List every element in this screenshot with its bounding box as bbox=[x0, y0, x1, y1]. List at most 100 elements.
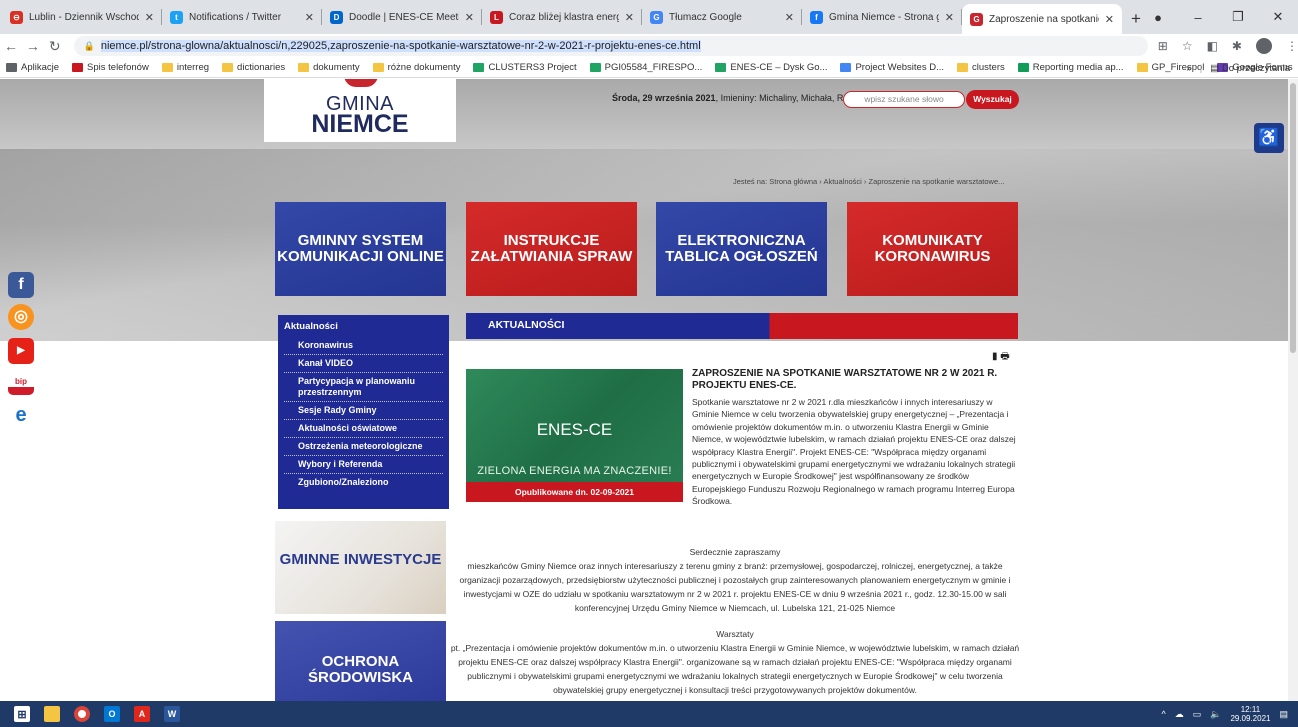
browser-tab[interactable]: L Coraz bliżej klastra energii w Gm ✕ bbox=[482, 0, 642, 34]
menu-item-oswiatowe[interactable]: Aktualności oświatowe bbox=[284, 420, 443, 438]
notifications-icon[interactable]: ▤ bbox=[1279, 709, 1288, 720]
browser-tab[interactable]: f Gmina Niemce - Strona główna ✕ bbox=[802, 0, 962, 34]
bookmark-icon bbox=[161, 63, 173, 72]
search-button[interactable]: Wyszukaj bbox=[966, 90, 1019, 109]
network-icon[interactable]: ▭ bbox=[1193, 709, 1202, 720]
extension-icon[interactable]: ◧ bbox=[1207, 39, 1218, 53]
article-title: ZAPROSZENIE NA SPOTKANIE WARSZTATOWE NR … bbox=[692, 368, 998, 391]
bookmark-label: Project Websites D... bbox=[855, 62, 944, 73]
browser-tab[interactable]: D Doodle | ENES-CE Meeting in Bu ✕ bbox=[322, 0, 482, 34]
promo-ochrona-srodowiska[interactable]: OCHRONA ŚRODOWISKA bbox=[275, 621, 446, 701]
bookmark-star-icon[interactable]: ☆ bbox=[1182, 39, 1193, 53]
tab-close-icon[interactable]: ✕ bbox=[145, 11, 154, 24]
word-icon[interactable]: W bbox=[164, 706, 180, 722]
start-menu-icon[interactable]: ⊞ bbox=[14, 706, 30, 722]
bookmarks-bar: Aplikacje Spis telefonów interreg dictionar… bbox=[0, 58, 1298, 78]
url-field[interactable]: 🔒 niemce.pl/strona-glowna/aktualnosci/n,… bbox=[73, 36, 1148, 56]
tab-close-icon[interactable]: ✕ bbox=[1105, 13, 1114, 26]
close-window-button[interactable]: ✕ bbox=[1258, 9, 1298, 25]
onedrive-icon[interactable]: ☁ bbox=[1175, 709, 1184, 720]
browser-tab[interactable]: ⊖ Lublin - Dziennik Wschodni ✕ bbox=[2, 0, 162, 34]
bookmark-item[interactable]: Project Websites D... bbox=[840, 62, 944, 73]
bookmark-item[interactable]: PGI05584_FIRESPO... bbox=[589, 62, 703, 73]
bookmark-item[interactable]: CLUSTERS3 Project bbox=[473, 62, 577, 73]
pdf-icon[interactable]: ▮ bbox=[992, 351, 998, 362]
promo-gminne-inwestycje[interactable]: GMINNE INWESTYCJE bbox=[275, 521, 446, 614]
epuap-icon[interactable]: e bbox=[8, 402, 34, 428]
tile-gminny-system[interactable]: GMINNY SYSTEM KOMUNIKACJI ONLINE bbox=[275, 202, 446, 296]
reading-list-button[interactable]: ▤ Do przeczytania bbox=[1210, 63, 1290, 74]
tile-tablica-ogloszen[interactable]: ELEKTRONICZNA TABLICA OGŁOSZEŃ bbox=[656, 202, 827, 296]
issuu-icon[interactable]: ◎ bbox=[8, 304, 34, 330]
bookmark-label: PGI05584_FIRESPO... bbox=[604, 62, 703, 73]
browser-tab[interactable]: t Notifications / Twitter ✕ bbox=[162, 0, 322, 34]
menu-kebab-icon[interactable]: ⋮ bbox=[1286, 39, 1298, 53]
menu-item-zgubiono[interactable]: Zgubiono/Znaleziono bbox=[284, 474, 443, 491]
forward-button[interactable]: → bbox=[22, 38, 44, 54]
bookmark-item[interactable]: Spis telefonów bbox=[72, 62, 149, 73]
tab-close-icon[interactable]: ✕ bbox=[625, 11, 634, 24]
tab-close-icon[interactable]: ✕ bbox=[945, 11, 954, 24]
translate-icon[interactable]: ⊞ bbox=[1158, 39, 1168, 53]
page-scrollbar[interactable] bbox=[1288, 79, 1298, 701]
tab-favicon-icon: f bbox=[810, 10, 823, 24]
section-title: AKTUALNOŚCI bbox=[466, 313, 1018, 339]
profile-avatar[interactable] bbox=[1255, 38, 1272, 54]
bookmark-label: Reporting media ap... bbox=[1032, 62, 1124, 73]
bookmark-icon bbox=[1017, 63, 1029, 72]
bookmark-item[interactable]: interreg bbox=[161, 62, 209, 73]
reload-button[interactable]: ↻ bbox=[44, 38, 66, 55]
scrollbar-thumb[interactable] bbox=[1290, 83, 1296, 353]
maximize-button[interactable]: ❐ bbox=[1218, 9, 1258, 25]
tab-close-icon[interactable]: ✕ bbox=[785, 11, 794, 24]
bookmark-item[interactable]: ENES-CE – Dysk Go... bbox=[715, 62, 827, 73]
menu-item-partycypacja[interactable]: Partycypacja w planowaniu przestrzennym bbox=[284, 373, 443, 402]
address-bar: ← → ↻ 🔒 niemce.pl/strona-glowna/aktualno… bbox=[0, 34, 1298, 58]
bookmark-icon bbox=[715, 63, 727, 72]
puzzle-icon[interactable]: ✱ bbox=[1232, 39, 1242, 53]
bookmark-icon bbox=[372, 63, 384, 72]
bip-icon[interactable]: bip bbox=[8, 369, 34, 395]
bookmarks-more-button[interactable]: » bbox=[1186, 63, 1191, 74]
site-logo[interactable]: GMINA NIEMCE bbox=[264, 79, 456, 142]
bookmark-item[interactable]: Aplikacje bbox=[6, 62, 59, 73]
search-input[interactable]: wpisz szukane słowo bbox=[843, 91, 965, 108]
menu-item-ostrzezenia[interactable]: Ostrzeżenia meteorologiczne bbox=[284, 438, 443, 456]
tab-favicon-icon: G bbox=[650, 10, 663, 24]
breadcrumb[interactable]: Jesteś na: Strona główna › Aktualności ›… bbox=[733, 177, 1004, 186]
profile-dot-icon[interactable]: ● bbox=[1138, 10, 1178, 25]
bookmark-item[interactable]: dictionaries bbox=[222, 62, 285, 73]
volume-icon[interactable]: 🔈 bbox=[1210, 709, 1221, 720]
news-category-menu: Aktualności Koronawirus Kanał VIDEO Part… bbox=[278, 315, 449, 509]
bookmark-label: dictionaries bbox=[237, 62, 286, 73]
chrome-icon[interactable] bbox=[74, 706, 90, 722]
accessibility-icon[interactable]: ♿ bbox=[1254, 123, 1284, 153]
bookmark-item[interactable]: clusters bbox=[957, 62, 1005, 73]
menu-item-koronawirus[interactable]: Koronawirus bbox=[284, 337, 443, 355]
menu-item-sesje[interactable]: Sesje Rady Gminy bbox=[284, 402, 443, 420]
tile-instrukcje[interactable]: INSTRUKCJE ZAŁATWIANIA SPRAW bbox=[466, 202, 637, 296]
back-button[interactable]: ← bbox=[0, 38, 22, 54]
tab-favicon-icon: ⊖ bbox=[10, 10, 23, 24]
browser-tab[interactable]: G Zaproszenie na spotkanie warszt ✕ bbox=[962, 4, 1122, 34]
browser-tab[interactable]: G Tłumacz Google ✕ bbox=[642, 0, 802, 34]
menu-title[interactable]: Aktualności bbox=[284, 321, 443, 332]
menu-item-video[interactable]: Kanał VIDEO bbox=[284, 355, 443, 373]
facebook-icon[interactable]: f bbox=[8, 272, 34, 298]
tab-close-icon[interactable]: ✕ bbox=[465, 11, 474, 24]
system-clock[interactable]: 12:11 29.09.2021 bbox=[1230, 705, 1270, 723]
tab-close-icon[interactable]: ✕ bbox=[305, 11, 314, 24]
menu-item-wybory[interactable]: Wybory i Referenda bbox=[284, 456, 443, 474]
bookmark-item[interactable]: Reporting media ap... bbox=[1017, 62, 1124, 73]
youtube-icon[interactable]: ▶ bbox=[8, 338, 34, 364]
print-icon[interactable]: 🖶 bbox=[1000, 351, 1009, 362]
bookmark-item[interactable]: dokumenty bbox=[298, 62, 360, 73]
tile-koronawirus[interactable]: KOMUNIKATY KORONAWIRUS bbox=[847, 202, 1018, 296]
outlook-icon[interactable]: O bbox=[104, 706, 120, 722]
bookmark-label: Aplikacje bbox=[21, 62, 60, 73]
file-explorer-icon[interactable] bbox=[44, 706, 60, 722]
minimize-button[interactable]: – bbox=[1178, 10, 1218, 25]
acrobat-icon[interactable]: A bbox=[134, 706, 150, 722]
bookmark-item[interactable]: różne dokumenty bbox=[372, 62, 460, 73]
tray-chevron-icon[interactable]: ^ bbox=[1161, 709, 1165, 719]
